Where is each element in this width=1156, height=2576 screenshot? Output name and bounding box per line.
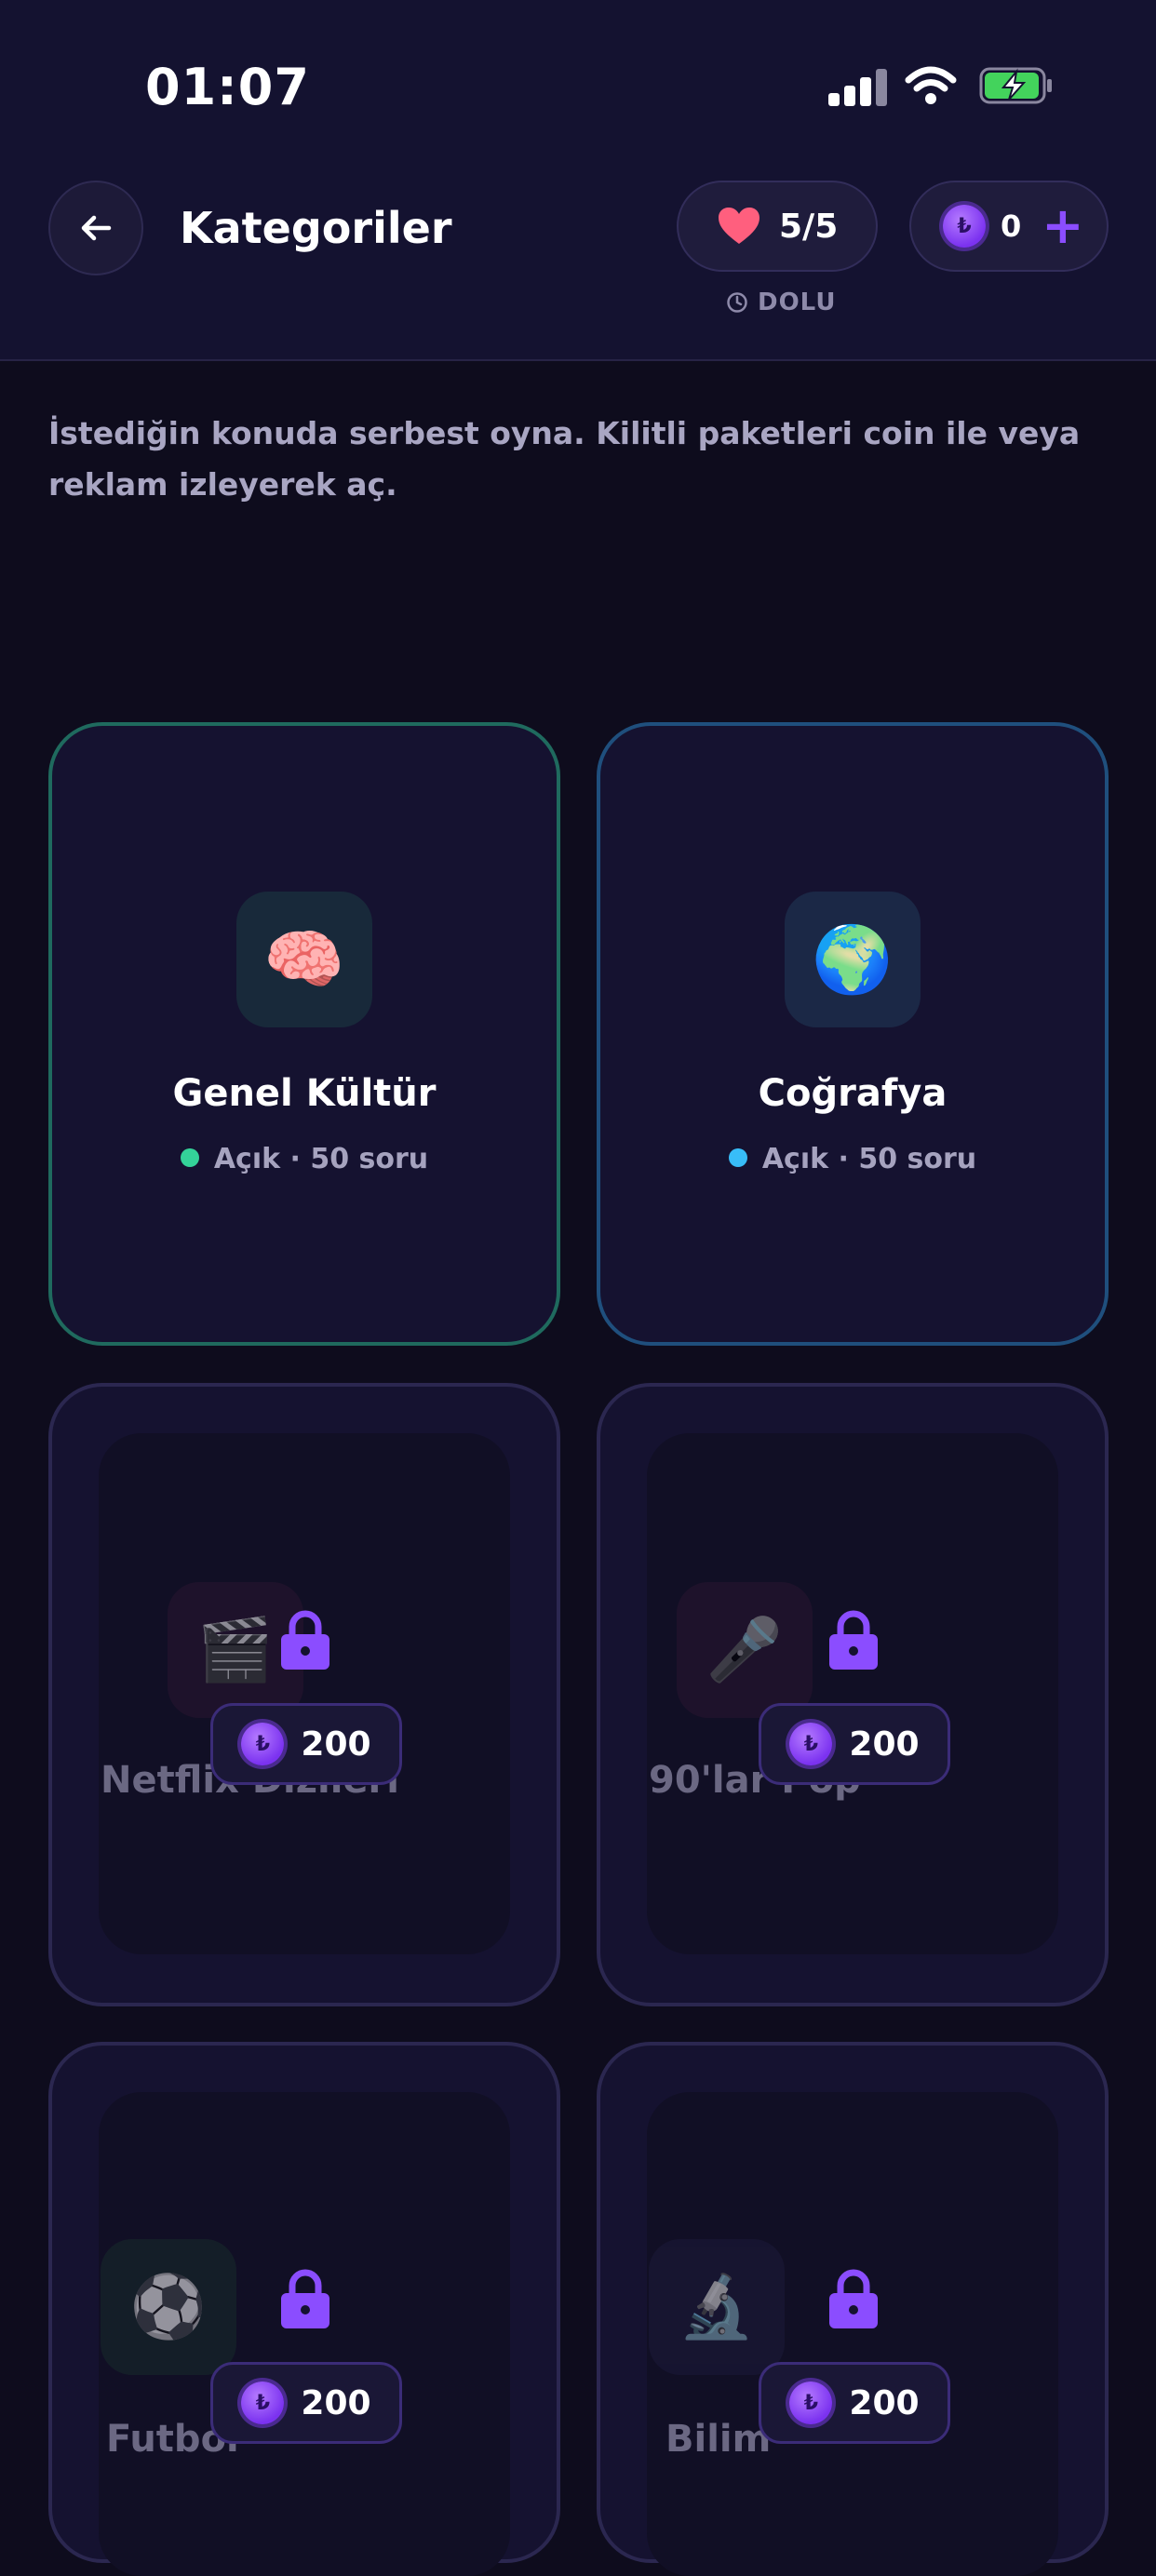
price-value: 200 <box>301 1724 371 1764</box>
price-value: 200 <box>849 2383 920 2422</box>
card-inner <box>99 1433 510 1954</box>
category-status: Açık · 50 soru <box>600 1143 1105 1175</box>
microphone-icon: 🎤 <box>677 1582 813 1718</box>
category-status-label: Açık · 50 soru <box>761 1143 977 1175</box>
category-card[interactable]: 🧠 Genel Kültür Açık · 50 soru <box>48 722 560 1346</box>
locked-category-card[interactable]: ⚽ Futbol ₺ 200 <box>48 2042 560 2576</box>
clock-icon <box>727 292 747 313</box>
page-title: Kategoriler <box>180 203 452 253</box>
back-button[interactable] <box>48 181 143 275</box>
brain-icon: 🧠 <box>236 892 372 1027</box>
top-bar: 01:07 Kategoriler 5/5 DOLU ₺ 0 + <box>0 0 1156 361</box>
unlock-price-button[interactable]: ₺ 200 <box>210 1703 402 1785</box>
unlock-price-button[interactable]: ₺ 200 <box>210 2362 402 2444</box>
category-status: Açık · 50 soru <box>52 1143 557 1175</box>
coin-icon: ₺ <box>943 205 986 248</box>
category-card[interactable]: 🌍 Coğrafya Açık · 50 soru <box>597 722 1109 1346</box>
price-value: 200 <box>849 1724 920 1764</box>
unlock-price-button[interactable]: ₺ 200 <box>759 2362 950 2444</box>
category-name: Genel Kültür <box>172 1072 437 1115</box>
add-coins-button[interactable]: + <box>1042 201 1083 251</box>
price-value: 200 <box>301 2383 371 2422</box>
lives-status: DOLU <box>726 288 836 316</box>
status-time: 01:07 <box>145 58 310 116</box>
unlock-price-button[interactable]: ₺ 200 <box>759 1703 950 1785</box>
coin-icon: ₺ <box>789 1723 833 1765</box>
locked-category-card[interactable]: 🎬 Netflix Dizileri ₺ 200 <box>48 1383 560 2006</box>
intro-text: İstediğin konuda serbest oyna. Kilitli p… <box>48 415 1081 503</box>
coin-count: 0 <box>1001 208 1022 244</box>
category-name: Coğrafya <box>758 1072 948 1115</box>
lock-icon <box>281 2269 329 2328</box>
category-name: Bilim <box>665 2418 772 2461</box>
lock-icon <box>281 1610 329 1670</box>
lives-count: 5/5 <box>779 207 839 246</box>
status-dot <box>180 1147 199 1167</box>
coin-icon: ₺ <box>241 1723 285 1765</box>
coin-icon: ₺ <box>241 2381 285 2424</box>
coin-icon: ₺ <box>789 2381 833 2424</box>
signal-icon <box>828 65 888 106</box>
category-status-label: Açık · 50 soru <box>213 1143 429 1175</box>
lives-badge[interactable]: 5/5 <box>677 181 878 272</box>
microscope-icon: 🔬 <box>649 2239 785 2375</box>
lock-icon <box>829 1610 878 1670</box>
status-dot <box>728 1147 747 1167</box>
lock-icon <box>829 2269 878 2328</box>
heart-icon <box>719 208 759 244</box>
locked-category-card[interactable]: 🎤 90'lar Pop ₺ 200 <box>597 1383 1109 2006</box>
globe-icon: 🌍 <box>785 892 921 1027</box>
coin-balance[interactable]: ₺ 0 + <box>909 181 1109 272</box>
locked-category-card[interactable]: 🔬 Bilim ₺ 200 <box>597 2042 1109 2576</box>
battery-charging-icon <box>979 67 1054 104</box>
arrow-left-icon <box>81 215 112 241</box>
wifi-icon <box>905 65 957 106</box>
lives-status-label: DOLU <box>758 288 837 316</box>
soccer-ball-icon: ⚽ <box>101 2239 236 2375</box>
